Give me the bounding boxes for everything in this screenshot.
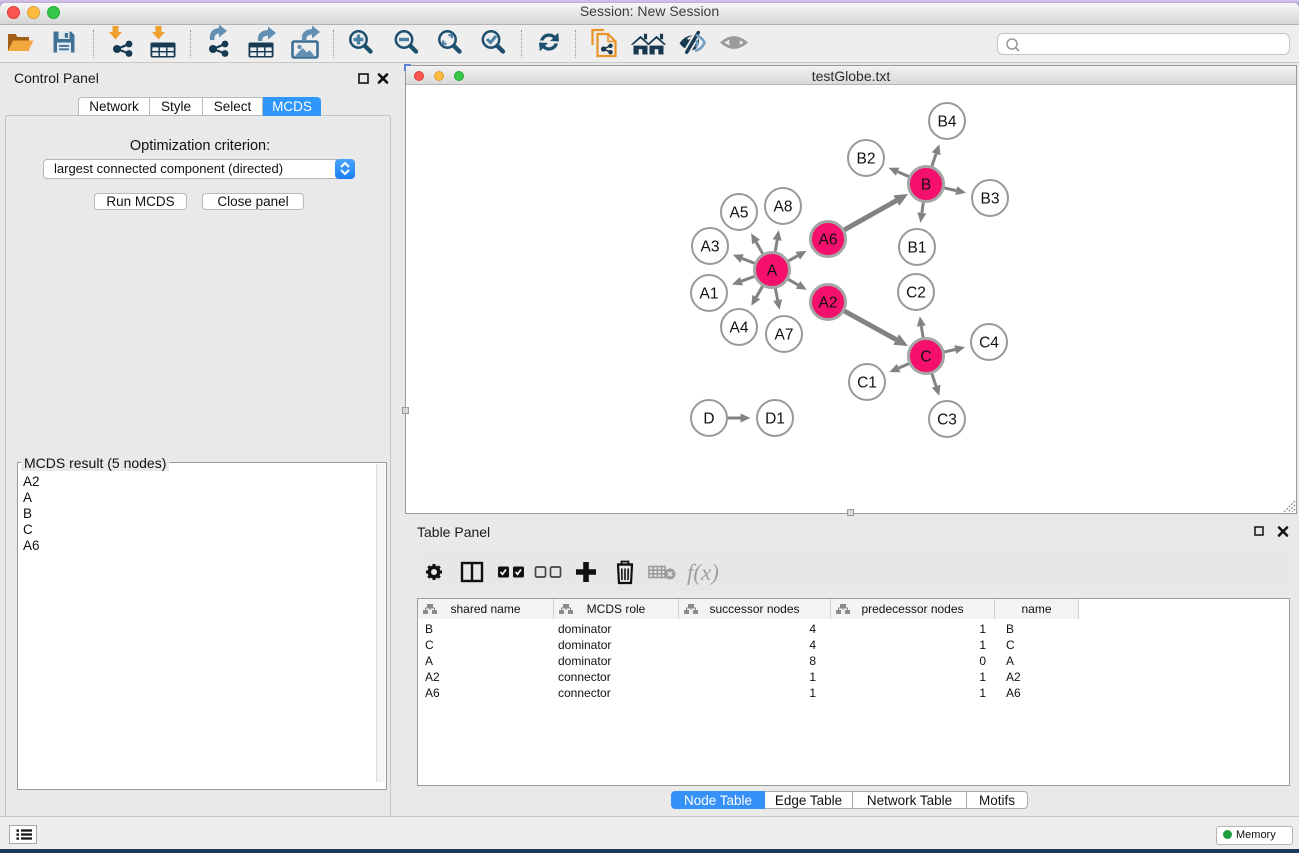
svg-text:A7: A7 bbox=[775, 327, 794, 344]
svg-text:D: D bbox=[703, 411, 714, 428]
svg-text:C3: C3 bbox=[937, 412, 957, 429]
svg-text:A8: A8 bbox=[774, 199, 793, 216]
svg-text:A: A bbox=[767, 263, 778, 280]
svg-text:A2: A2 bbox=[819, 295, 838, 312]
svg-text:A5: A5 bbox=[730, 205, 749, 222]
svg-text:A4: A4 bbox=[730, 320, 749, 337]
svg-text:B: B bbox=[921, 177, 931, 194]
svg-text:D1: D1 bbox=[765, 411, 785, 428]
svg-text:A3: A3 bbox=[701, 239, 720, 256]
svg-text:C: C bbox=[920, 349, 931, 366]
svg-text:B2: B2 bbox=[857, 151, 876, 168]
svg-text:A6: A6 bbox=[819, 232, 838, 249]
svg-text:A1: A1 bbox=[700, 286, 719, 303]
svg-text:C4: C4 bbox=[979, 335, 999, 352]
svg-text:B3: B3 bbox=[981, 191, 1000, 208]
svg-text:C1: C1 bbox=[857, 375, 877, 392]
svg-text:B4: B4 bbox=[938, 114, 957, 131]
svg-text:B1: B1 bbox=[908, 240, 927, 257]
svg-text:C2: C2 bbox=[906, 285, 926, 302]
svg-text:f(x): f(x) bbox=[687, 560, 719, 585]
